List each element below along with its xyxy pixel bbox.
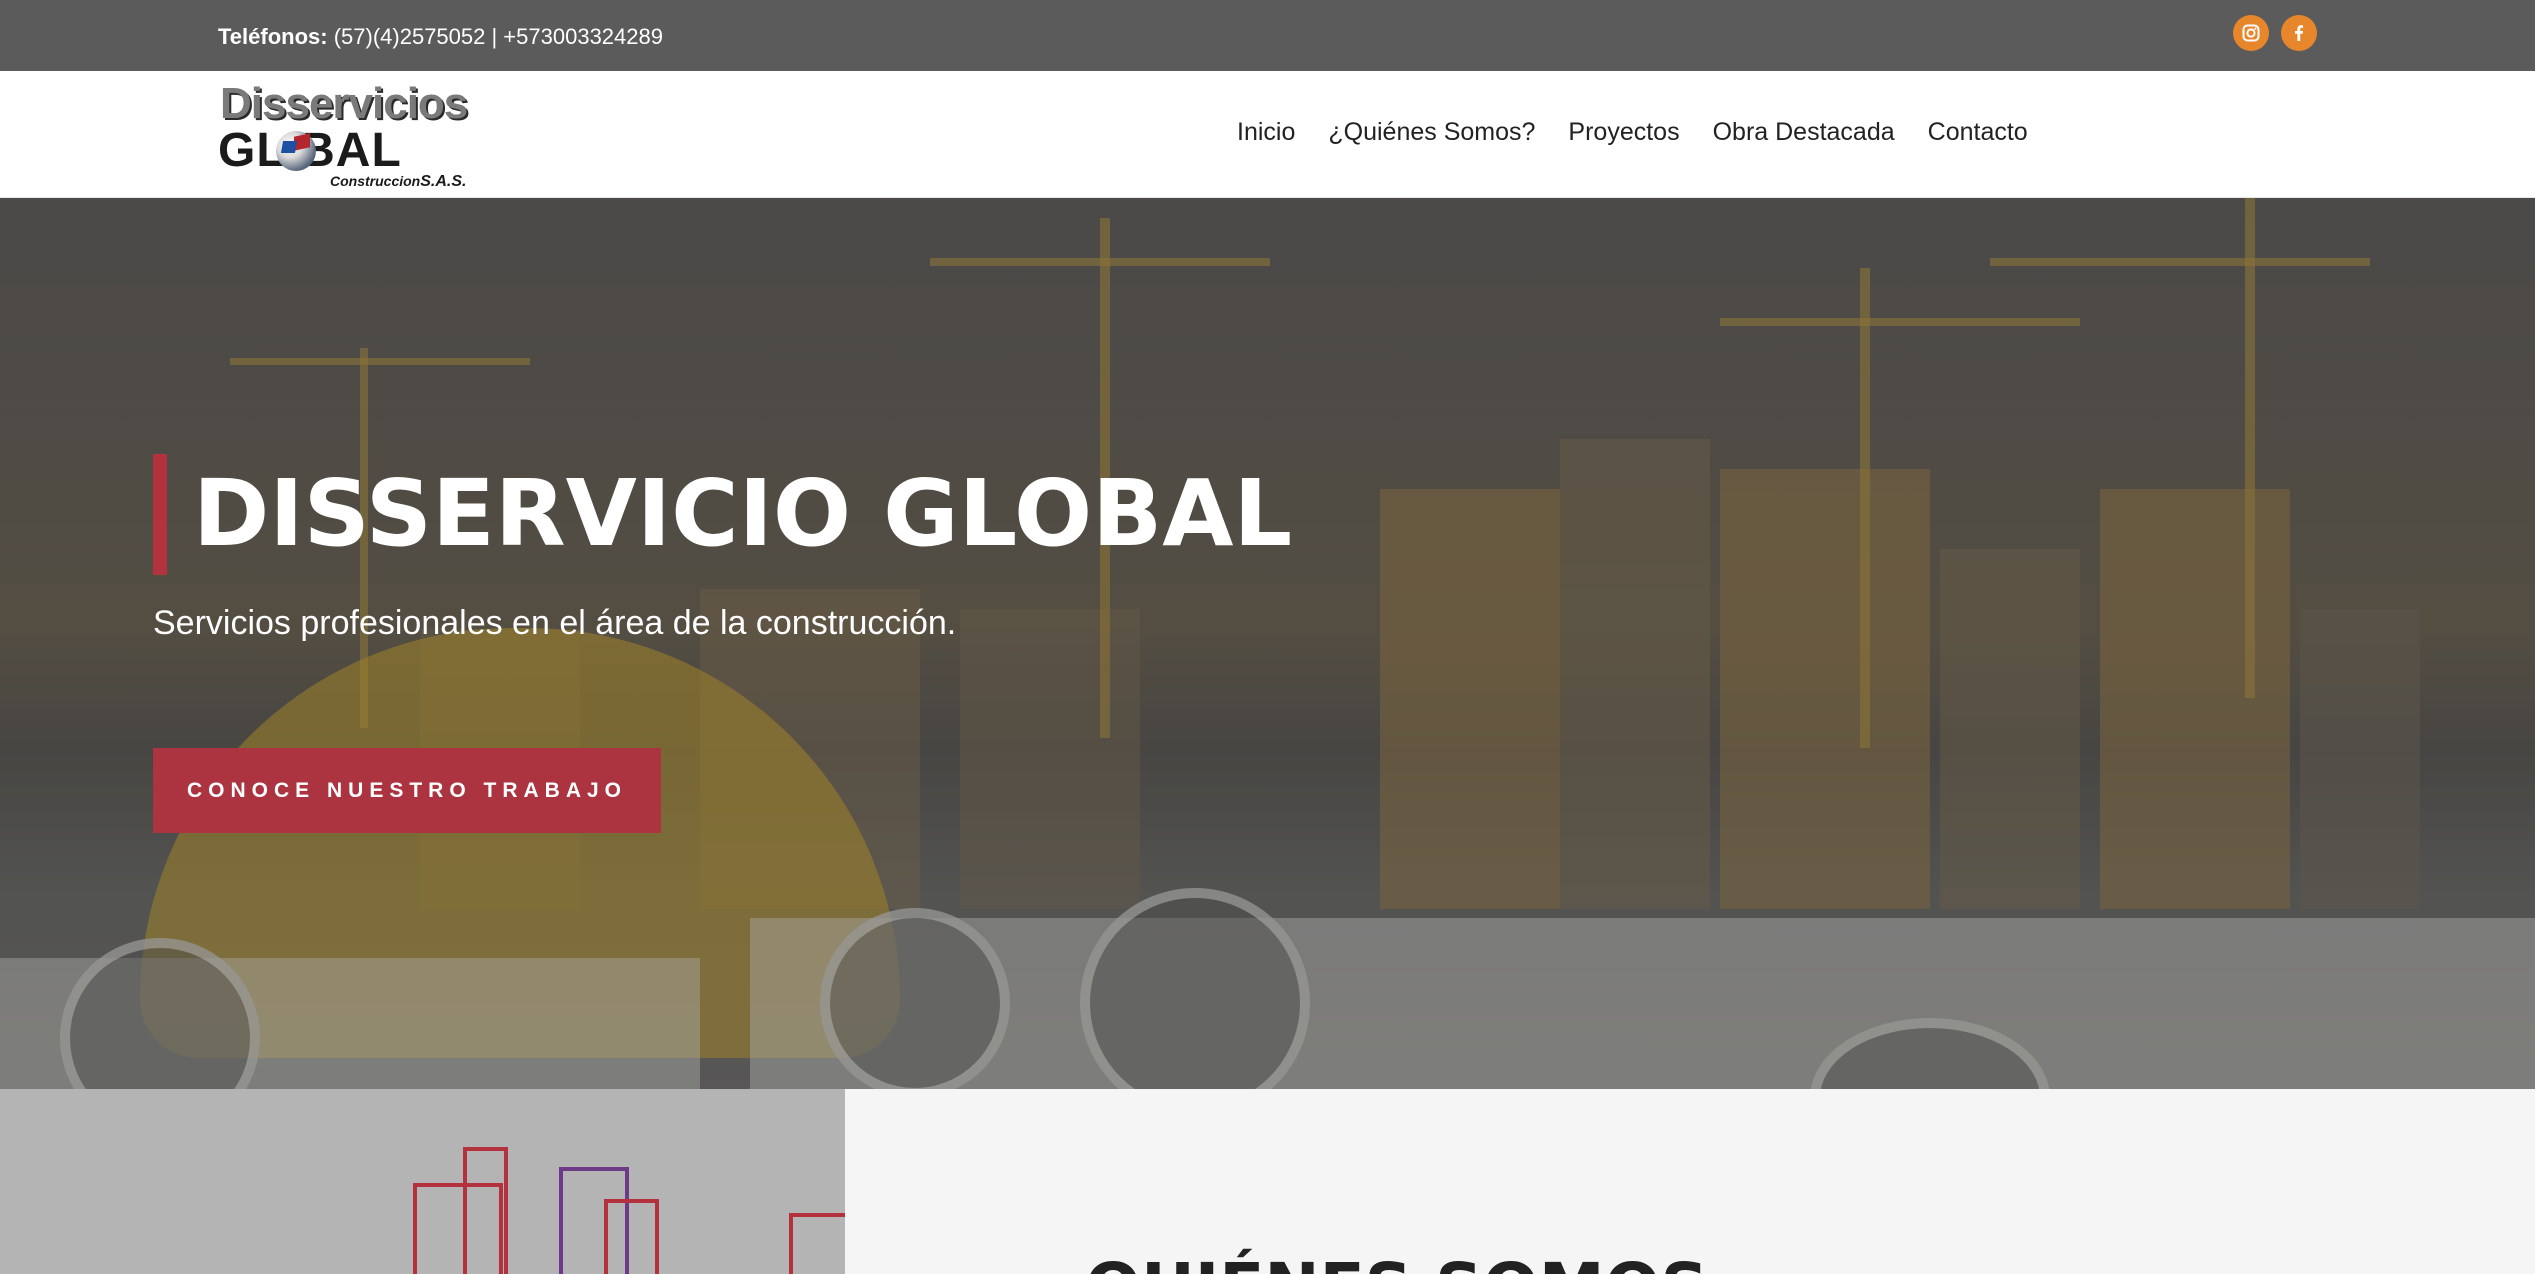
nav-item-contacto[interactable]: Contacto xyxy=(1928,106,2028,158)
conoce-nuestro-trabajo-button[interactable]: CONOCE NUESTRO TRABAJO xyxy=(153,748,661,833)
site-header: Disservicios GL BAL ConstruccionS.A.S. I… xyxy=(0,71,2535,198)
site-logo[interactable]: Disservicios GL BAL ConstruccionS.A.S. xyxy=(218,79,473,190)
scaffolding-image xyxy=(0,1089,845,1274)
hero-title: DISSERVICIO GLOBAL xyxy=(193,460,1293,567)
phones-value: (57)(4)2575052 | +573003324289 xyxy=(327,24,663,49)
top-bar: Teléfonos: (57)(4)2575052 | +57300332428… xyxy=(0,0,2535,71)
about-section: QUIÉNES SOMOS xyxy=(845,1089,2535,1274)
logo-text-construccion: ConstruccionS.A.S. xyxy=(330,173,467,190)
nav-item-obra-destacada[interactable]: Obra Destacada xyxy=(1713,106,1895,158)
hero-subtitle: Servicios profesionales en el área de la… xyxy=(153,604,957,642)
nav-item-proyectos[interactable]: Proyectos xyxy=(1568,106,1679,158)
facebook-icon xyxy=(2290,24,2308,42)
instagram-icon xyxy=(2242,24,2260,42)
title-accent-bar xyxy=(153,454,167,575)
main-nav: Inicio ¿Quiénes Somos? Proyectos Obra De… xyxy=(1237,106,2061,158)
facebook-link[interactable] xyxy=(2281,15,2317,51)
phones-label: Teléfonos: xyxy=(218,24,328,49)
about-heading: QUIÉNES SOMOS xyxy=(1085,1249,1708,1274)
instagram-link[interactable] xyxy=(2233,15,2269,51)
nav-item-inicio[interactable]: Inicio xyxy=(1237,106,1295,158)
phone-numbers: Teléfonos: (57)(4)2575052 | +57300332428… xyxy=(218,24,663,50)
logo-text-disservicios: Disservicios xyxy=(220,79,468,128)
nav-item-quienes-somos[interactable]: ¿Quiénes Somos? xyxy=(1328,106,1535,158)
hero-section: DISSERVICIO GLOBAL Servicios profesional… xyxy=(0,198,2535,1089)
globe-icon xyxy=(276,131,316,171)
